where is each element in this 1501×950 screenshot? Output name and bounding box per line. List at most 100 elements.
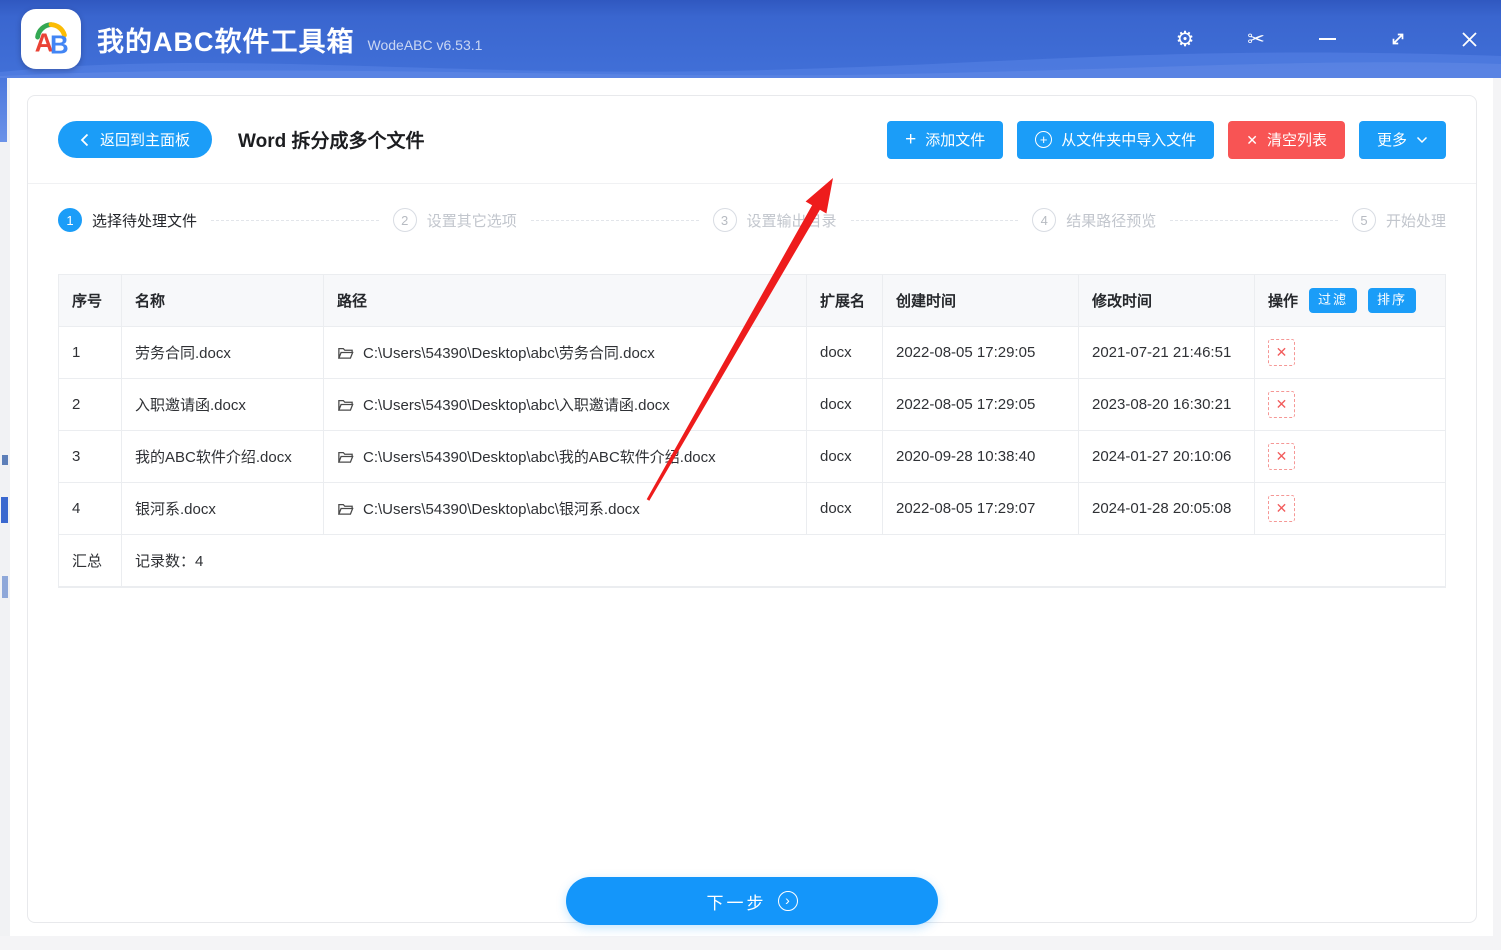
step-1-number: 1 [58, 208, 82, 232]
import-from-folder-label: 从文件夹中导入文件 [1061, 132, 1197, 149]
table-row: 1 劳务合同.docx C:\Users\54390\Desktop\abc\劳… [59, 327, 1445, 379]
app-version: WodeABC v6.53.1 [367, 37, 483, 53]
chevron-down-icon [1416, 136, 1428, 143]
app-logo: A B [21, 9, 81, 69]
step-5-label: 开始处理 [1386, 212, 1447, 230]
close-button[interactable] [1457, 27, 1481, 51]
delete-row-button[interactable]: ✕ [1268, 443, 1295, 470]
cell-created: 2022-08-05 17:29:05 [883, 327, 1079, 378]
delete-row-button[interactable]: ✕ [1268, 339, 1295, 366]
step-connector [850, 219, 1019, 221]
step-4-label: 结果路径预览 [1066, 212, 1157, 230]
open-folder-icon[interactable] [337, 346, 354, 360]
header-created: 创建时间 [883, 275, 1079, 326]
next-step-button[interactable]: 下一步 › [566, 877, 938, 925]
cell-no: 1 [59, 327, 122, 378]
step-connector [530, 219, 699, 221]
summary-row: 汇总 记录数：4 [59, 535, 1445, 587]
close-icon [1461, 31, 1477, 47]
open-folder-icon[interactable] [337, 502, 354, 516]
path-text: C:\Users\54390\Desktop\abc\我的ABC软件介绍.doc… [363, 449, 716, 466]
maximize-button[interactable] [1386, 27, 1410, 51]
more-button[interactable]: 更多 [1358, 120, 1446, 159]
arrow-right-circle-icon: › [777, 891, 798, 911]
ab-logo-icon: A B [35, 22, 69, 59]
step-3-output-dir: 3 设置输出目录 [712, 208, 837, 232]
cell-ops: ✕ [1255, 327, 1445, 378]
step-3-number: 3 [712, 208, 737, 232]
add-files-button[interactable]: + 添加文件 [887, 120, 1004, 159]
header-ops: 操作 过滤 排序 [1255, 275, 1445, 326]
step-5-number: 5 [1352, 208, 1376, 232]
step-2-label: 设置其它选项 [426, 212, 517, 230]
cell-ext: docx [807, 483, 883, 534]
filter-button[interactable]: 过滤 [1309, 288, 1358, 313]
import-from-folder-button[interactable]: + 从文件夹中导入文件 [1017, 120, 1215, 159]
cell-name: 劳务合同.docx [122, 327, 324, 378]
clear-list-button[interactable]: ✕ 清空列表 [1228, 120, 1345, 159]
plus-icon: + [905, 129, 917, 150]
circle-plus-icon: + [1035, 131, 1053, 148]
cell-modified: 2024-01-27 20:10:06 [1079, 431, 1255, 482]
header-path: 路径 [324, 275, 807, 326]
step-1-select-files: 1 选择待处理文件 [58, 208, 197, 232]
step-2-number: 2 [392, 208, 417, 232]
scissors-icon[interactable]: ✂ [1244, 27, 1268, 51]
clear-x-icon: ✕ [1246, 131, 1258, 148]
cell-path: C:\Users\54390\Desktop\abc\银河系.docx [324, 483, 807, 534]
summary-record-count: 记录数：4 [135, 553, 204, 570]
cell-no: 3 [59, 431, 122, 482]
settings-gear-icon[interactable]: ⚙ [1173, 27, 1197, 51]
step-2-options: 2 设置其它选项 [392, 208, 517, 232]
header-ops-label: 操作 [1268, 293, 1299, 310]
path-text: C:\Users\54390\Desktop\abc\银河系.docx [363, 501, 640, 518]
cell-modified: 2024-01-28 20:05:08 [1079, 483, 1255, 534]
file-table: 序号 名称 路径 扩展名 创建时间 修改时间 操作 过滤 排序 1 劳务合同.d… [58, 274, 1446, 588]
step-4-preview: 4 结果路径预览 [1032, 208, 1156, 232]
cell-modified: 2023-08-20 16:30:21 [1079, 379, 1255, 430]
table-row: 3 我的ABC软件介绍.docx C:\Users\54390\Desktop\… [59, 431, 1445, 483]
cell-path: C:\Users\54390\Desktop\abc\我的ABC软件介绍.doc… [324, 431, 807, 482]
step-1-label: 选择待处理文件 [92, 212, 198, 230]
sort-button[interactable]: 排序 [1368, 288, 1417, 313]
expand-icon [1392, 33, 1404, 45]
open-folder-icon[interactable] [337, 450, 354, 464]
cell-ops: ✕ [1255, 483, 1445, 534]
delete-row-button[interactable]: ✕ [1268, 391, 1295, 418]
minimize-button[interactable] [1315, 27, 1339, 51]
page-title: Word 拆分成多个文件 [238, 131, 425, 152]
cell-ext: docx [807, 379, 883, 430]
main-panel: 返回到主面板 Word 拆分成多个文件 + 添加文件 + 从文件夹中导入文件 ✕… [27, 95, 1477, 923]
path-text: C:\Users\54390\Desktop\abc\入职邀请函.docx [363, 397, 670, 414]
step-5-start: 5 开始处理 [1352, 208, 1446, 232]
next-step-label: 下一步 [706, 893, 767, 913]
back-button-label: 返回到主面板 [100, 132, 191, 149]
header-name: 名称 [122, 275, 324, 326]
cell-modified: 2021-07-21 21:46:51 [1079, 327, 1255, 378]
path-text: C:\Users\54390\Desktop\abc\劳务合同.docx [363, 345, 655, 362]
bottom-margin-strip [0, 936, 1501, 950]
background-artifact [2, 576, 8, 598]
header-modified: 修改时间 [1079, 275, 1255, 326]
more-label: 更多 [1376, 132, 1407, 149]
cell-name: 银河系.docx [122, 483, 324, 534]
right-margin-strip [1493, 78, 1501, 950]
back-to-dashboard-button[interactable]: 返回到主面板 [58, 121, 213, 158]
cell-name: 入职邀请函.docx [122, 379, 324, 430]
gear-glyph: ⚙ [1175, 26, 1195, 51]
cell-created: 2022-08-05 17:29:07 [883, 483, 1079, 534]
open-folder-icon[interactable] [337, 398, 354, 412]
table-header-row: 序号 名称 路径 扩展名 创建时间 修改时间 操作 过滤 排序 [59, 275, 1445, 327]
step-3-label: 设置输出目录 [746, 212, 837, 230]
cell-ops: ✕ [1255, 379, 1445, 430]
background-artifact [1, 497, 8, 523]
chevron-left-icon [80, 133, 89, 146]
clear-list-label: 清空列表 [1266, 132, 1327, 149]
table-row: 2 入职邀请函.docx C:\Users\54390\Desktop\abc\… [59, 379, 1445, 431]
step-connector [1170, 219, 1338, 221]
cell-no: 2 [59, 379, 122, 430]
header-no: 序号 [59, 275, 122, 326]
delete-row-button[interactable]: ✕ [1268, 495, 1295, 522]
cell-created: 2022-08-05 17:29:05 [883, 379, 1079, 430]
step-indicator: 1 选择待处理文件 2 设置其它选项 3 设置输出目录 4 结果路径预览 5 开… [28, 184, 1476, 256]
